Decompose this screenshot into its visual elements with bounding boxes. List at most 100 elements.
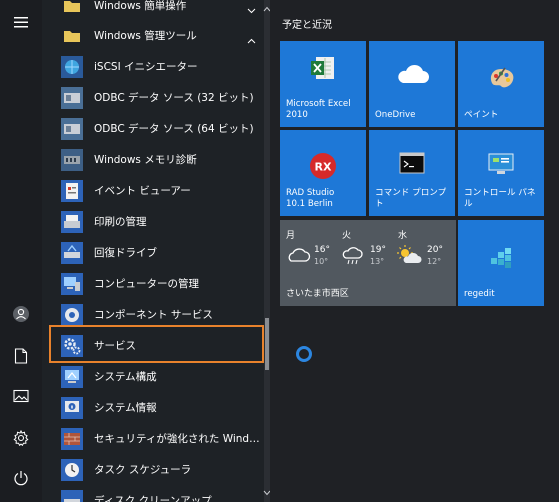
- tile-label: RAD Studio 10.1 Berlin: [286, 188, 362, 210]
- tile-label-line1: Microsoft Excel: [286, 99, 351, 109]
- tile-label: ペイント: [464, 110, 540, 121]
- tile-label-line1: regedit: [464, 289, 495, 299]
- partly-sunny-icon: [396, 244, 424, 270]
- app-item-task-scheduler[interactable]: タスク スケジューラ: [50, 454, 264, 485]
- excel-icon: [280, 55, 366, 81]
- weather-day: 火: [342, 231, 352, 241]
- app-item-label: 印刷の管理: [94, 216, 147, 228]
- user-icon[interactable]: [0, 294, 42, 334]
- tile-excel[interactable]: Microsoft Excel 2010: [280, 41, 366, 127]
- paint-palette-icon: [458, 65, 544, 91]
- disk-cleanup-icon: [60, 489, 84, 502]
- tile-paint[interactable]: ペイント: [458, 41, 544, 127]
- tile-rad-studio[interactable]: RX RAD Studio 10.1 Berlin: [280, 130, 366, 216]
- app-item-label: コンポーネント サービス: [94, 309, 213, 321]
- settings-icon[interactable]: [0, 418, 42, 458]
- weather-day: 水: [398, 231, 408, 241]
- app-item-iscsi[interactable]: iSCSI イニシエーター: [50, 51, 264, 82]
- weather-low: 13°: [370, 257, 385, 266]
- recovery-drive-icon: [60, 241, 84, 265]
- cortana-ring-icon: [296, 346, 312, 362]
- group-label: Windows 簡単操作: [94, 0, 187, 12]
- tile-control-panel[interactable]: コントロール パネ ル: [458, 130, 544, 216]
- app-item-computer-management[interactable]: コンピューターの管理: [50, 268, 264, 299]
- group-windows-accessibility[interactable]: Windows 簡単操作: [50, 0, 264, 21]
- tile-label: コントロール パネ ル: [464, 188, 540, 210]
- rad-studio-icon: RX: [280, 152, 366, 180]
- app-item-label: システム構成: [94, 371, 157, 383]
- app-item-recovery-drive[interactable]: 回復ドライブ: [50, 237, 264, 268]
- component-services-icon: [60, 303, 84, 327]
- tile-label-line1: ペイント: [464, 110, 499, 120]
- tile-onedrive[interactable]: OneDrive: [369, 41, 455, 127]
- tile-label-line2: 2010: [286, 110, 308, 120]
- pictures-icon[interactable]: [0, 376, 42, 416]
- app-item-windows-defender-firewall[interactable]: セキュリティが強化された Windows De...: [50, 423, 264, 454]
- app-item-label: コンピューターの管理: [94, 278, 199, 290]
- event-viewer-icon: [60, 179, 84, 203]
- weather-high: 19°: [370, 245, 386, 255]
- app-item-label: 回復ドライブ: [94, 247, 157, 259]
- firewall-icon: [60, 427, 84, 451]
- app-list: Windows 簡単操作 Windows 管理ツール iSCSI イニシエーター…: [42, 0, 268, 502]
- scrollbar-thumb[interactable]: [265, 318, 269, 370]
- folder-icon: [60, 0, 84, 18]
- chevron-up-icon: [247, 29, 256, 48]
- control-panel-icon: [458, 152, 544, 176]
- group-windows-admin-tools[interactable]: Windows 管理ツール: [50, 20, 264, 51]
- app-item-disk-cleanup[interactable]: ディスク クリーンアップ: [50, 485, 264, 502]
- tile-weather[interactable]: 月 火 水 16° 10° 19° 13° 20° 12° さいたま市西区: [280, 220, 456, 306]
- command-prompt-icon: [369, 152, 455, 174]
- tile-label-line1: OneDrive: [375, 110, 416, 120]
- app-item-odbc-32[interactable]: ODBC データ ソース (32 ビット): [50, 82, 264, 113]
- weather-high: 16°: [314, 245, 330, 255]
- app-item-label: Windows メモリ診断: [94, 154, 197, 166]
- rain-icon: [340, 246, 366, 270]
- tile-label-line2: ル: [464, 199, 473, 209]
- tile-group-title: 予定と近況: [282, 20, 332, 31]
- weather-day: 月: [286, 231, 296, 241]
- app-item-system-information[interactable]: システム情報: [50, 392, 264, 423]
- app-item-label: ODBC データ ソース (64 ビット): [94, 123, 254, 135]
- app-item-label: システム情報: [94, 402, 157, 414]
- app-item-label: イベント ビューアー: [94, 185, 191, 197]
- system-information-icon: [60, 396, 84, 420]
- start-left-rail: [0, 0, 42, 502]
- print-management-icon: [60, 210, 84, 234]
- tile-command-prompt[interactable]: コマンド プロンプト: [369, 130, 455, 216]
- memory-diagnostic-icon: [60, 148, 84, 172]
- app-item-event-viewer[interactable]: イベント ビューアー: [50, 175, 264, 206]
- hamburger-menu-icon[interactable]: [0, 2, 42, 42]
- weather-location: さいたま市西区: [286, 289, 349, 299]
- app-item-system-configuration[interactable]: システム構成: [50, 361, 264, 392]
- tile-label-line1: コントロール パネ: [464, 188, 536, 198]
- tile-label: Microsoft Excel 2010: [286, 99, 362, 121]
- tile-label-line2: 10.1 Berlin: [286, 199, 333, 209]
- task-scheduler-icon: [60, 458, 84, 482]
- system-configuration-icon: [60, 365, 84, 389]
- app-item-label: セキュリティが強化された Windows De...: [94, 433, 264, 445]
- app-item-odbc-64[interactable]: ODBC データ ソース (64 ビット): [50, 113, 264, 144]
- app-item-print-management[interactable]: 印刷の管理: [50, 206, 264, 237]
- odbc-32-icon: [60, 86, 84, 110]
- chevron-down-icon: [247, 0, 256, 18]
- regedit-icon: [458, 246, 544, 270]
- tile-label: regedit: [464, 289, 540, 300]
- power-icon[interactable]: [0, 458, 42, 498]
- tile-regedit[interactable]: regedit: [458, 220, 544, 306]
- app-item-memory-diagnostic[interactable]: Windows メモリ診断: [50, 144, 264, 175]
- rad-studio-badge: RX: [315, 161, 332, 174]
- computer-management-icon: [60, 272, 84, 296]
- tile-label-line1: コマンド プロンプト: [375, 188, 447, 209]
- weather-low: 12°: [427, 257, 442, 266]
- app-item-label: iSCSI イニシエーター: [94, 61, 198, 73]
- folder-icon: [60, 24, 84, 48]
- odbc-64-icon: [60, 117, 84, 141]
- tile-label-line1: RAD Studio: [286, 188, 335, 198]
- weather-high: 20°: [427, 245, 443, 255]
- weather-low: 10°: [314, 257, 329, 266]
- iscsi-globe-icon: [60, 55, 84, 79]
- tile-label: コマンド プロンプト: [375, 188, 451, 210]
- services-highlight-box: [49, 325, 264, 363]
- documents-icon[interactable]: [0, 336, 42, 376]
